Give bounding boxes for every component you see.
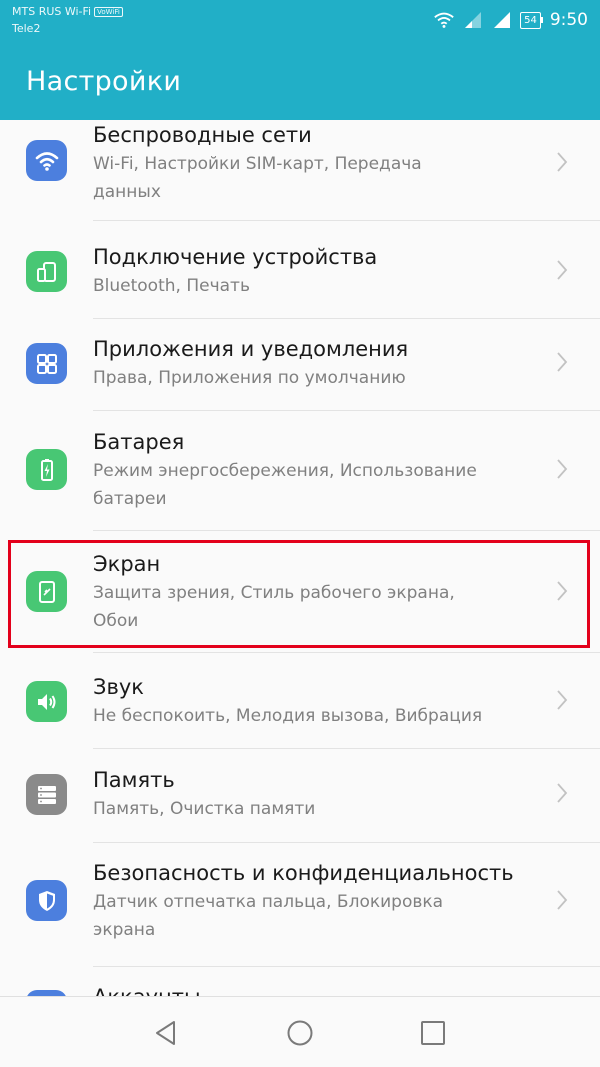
- settings-item-title: Подключение устройства: [93, 245, 378, 269]
- subtitle-line: экрана: [93, 920, 156, 940]
- speaker-icon: [26, 681, 67, 722]
- subtitle-line: данных: [93, 182, 161, 202]
- settings-item-text: Подключение устройства Bluetooth, Печать: [93, 242, 533, 300]
- settings-item-display[interactable]: Экран Защита зрения, Стиль рабочего экра…: [0, 549, 600, 645]
- settings-item-storage[interactable]: Память Память, Очистка памяти: [0, 765, 600, 845]
- settings-item-text: Экран Защита зрения, Стиль рабочего экра…: [93, 549, 533, 635]
- settings-item-subtitle: Wi-Fi, Настройки SIM-карт, Передача данн…: [93, 150, 533, 206]
- app-bar: Настройки: [0, 52, 600, 120]
- settings-item-security[interactable]: Безопасность и конфиденциальность Датчик…: [0, 858, 600, 954]
- chevron-right-icon: [557, 890, 568, 910]
- settings-item-text: Аккаунты: [93, 982, 533, 996]
- clock: 9:50: [549, 10, 588, 30]
- display-icon: [26, 571, 67, 612]
- settings-item-battery[interactable]: Батарея Режим энергосбережения, Использо…: [0, 427, 600, 523]
- divider: [93, 966, 600, 967]
- settings-item-title: Экран: [93, 552, 161, 576]
- settings-item-device-connection[interactable]: Подключение устройства Bluetooth, Печать: [0, 242, 600, 322]
- divider: [93, 220, 600, 221]
- storage-icon: [26, 774, 67, 815]
- subtitle-line: Обои: [93, 611, 139, 631]
- carrier-primary-label: MTS RUS Wi-Fi: [12, 5, 92, 18]
- settings-item-subtitle: Права, Приложения по умолчанию: [93, 364, 533, 392]
- navigation-bar: [0, 996, 600, 1067]
- chevron-right-icon: [557, 581, 568, 601]
- home-icon[interactable]: [282, 1015, 318, 1051]
- chevron-right-icon: [557, 459, 568, 479]
- subtitle-line: Режим энергосбережения, Использование: [93, 461, 477, 481]
- cell-signal-2-icon: [494, 12, 511, 28]
- battery-indicator: 54: [520, 11, 543, 29]
- recents-icon[interactable]: [415, 1015, 451, 1051]
- battery-icon: [26, 449, 67, 490]
- subtitle-line: Не беспокоить, Мелодия вызова, Вибрация: [93, 706, 483, 726]
- settings-item-title: Приложения и уведомления: [93, 337, 409, 361]
- settings-item-accounts[interactable]: Аккаунты: [0, 982, 600, 996]
- settings-item-title: Безопасность и конфиденциальность: [93, 861, 514, 885]
- wifi-signal-icon: [434, 12, 454, 28]
- page-title: Настройки: [26, 66, 182, 97]
- chevron-right-icon: [557, 783, 568, 803]
- subtitle-line: Память, Очистка памяти: [93, 799, 316, 819]
- subtitle-line: Bluetooth, Печать: [93, 276, 250, 296]
- divider: [93, 318, 600, 319]
- carrier-secondary: Tele2: [12, 22, 41, 35]
- settings-item-text: Беспроводные сети Wi-Fi, Настройки SIM-к…: [93, 120, 533, 206]
- settings-item-text: Батарея Режим энергосбережения, Использо…: [93, 427, 533, 513]
- settings-item-sound[interactable]: Звук Не беспокоить, Мелодия вызова, Вибр…: [0, 672, 600, 752]
- cell-signal-1-icon: [465, 12, 482, 28]
- settings-item-title: Аккаунты: [93, 982, 533, 996]
- subtitle-line: Защита зрения, Стиль рабочего экрана,: [93, 583, 455, 603]
- subtitle-line: батареи: [93, 489, 167, 509]
- subtitle-line: Права, Приложения по умолчанию: [93, 368, 406, 388]
- back-icon[interactable]: [148, 1015, 184, 1051]
- settings-item-subtitle: Bluetooth, Печать: [93, 272, 533, 300]
- settings-item-subtitle: Датчик отпечатка пальца, Блокировка экра…: [93, 888, 533, 944]
- settings-item-title: Беспроводные сети: [93, 123, 312, 147]
- apps-icon: [26, 343, 67, 384]
- divider: [93, 652, 600, 653]
- settings-item-apps[interactable]: Приложения и уведомления Права, Приложен…: [0, 334, 600, 414]
- settings-item-text: Приложения и уведомления Права, Приложен…: [93, 334, 533, 392]
- settings-item-text: Память Память, Очистка памяти: [93, 765, 533, 823]
- divider: [93, 842, 600, 843]
- divider: [93, 410, 600, 411]
- settings-item-subtitle: Память, Очистка памяти: [93, 795, 533, 823]
- divider: [93, 748, 600, 749]
- settings-item-subtitle: Режим энергосбережения, Использование ба…: [93, 457, 533, 513]
- settings-item-title: Звук: [93, 675, 144, 699]
- vowifi-badge: VoWiFi: [94, 7, 123, 17]
- chevron-right-icon: [557, 690, 568, 710]
- device-connection-icon: [26, 251, 67, 292]
- subtitle-line: Датчик отпечатка пальца, Блокировка: [93, 892, 444, 912]
- divider: [93, 530, 600, 531]
- chevron-right-icon: [557, 352, 568, 372]
- settings-item-wireless[interactable]: Беспроводные сети Wi-Fi, Настройки SIM-к…: [0, 120, 600, 213]
- shield-icon: [26, 880, 67, 921]
- wifi-icon: [26, 140, 67, 181]
- carrier-primary: MTS RUS Wi-Fi VoWiFi: [12, 5, 123, 18]
- settings-item-subtitle: Не беспокоить, Мелодия вызова, Вибрация: [93, 702, 533, 730]
- settings-item-text: Безопасность и конфиденциальность Датчик…: [93, 858, 533, 944]
- settings-list[interactable]: Беспроводные сети Wi-Fi, Настройки SIM-к…: [0, 120, 600, 996]
- settings-item-title: Память: [93, 768, 175, 792]
- settings-item-title: Батарея: [93, 430, 185, 454]
- settings-item-text: Звук Не беспокоить, Мелодия вызова, Вибр…: [93, 672, 533, 730]
- status-icons: 54 9:50: [433, 9, 588, 31]
- settings-item-subtitle: Защита зрения, Стиль рабочего экрана, Об…: [93, 579, 533, 635]
- chevron-right-icon: [557, 152, 568, 172]
- status-bar: MTS RUS Wi-Fi VoWiFi Tele2 54 9:50: [0, 0, 600, 52]
- subtitle-line: Wi-Fi, Настройки SIM-карт, Передача: [93, 154, 422, 174]
- chevron-right-icon: [557, 260, 568, 280]
